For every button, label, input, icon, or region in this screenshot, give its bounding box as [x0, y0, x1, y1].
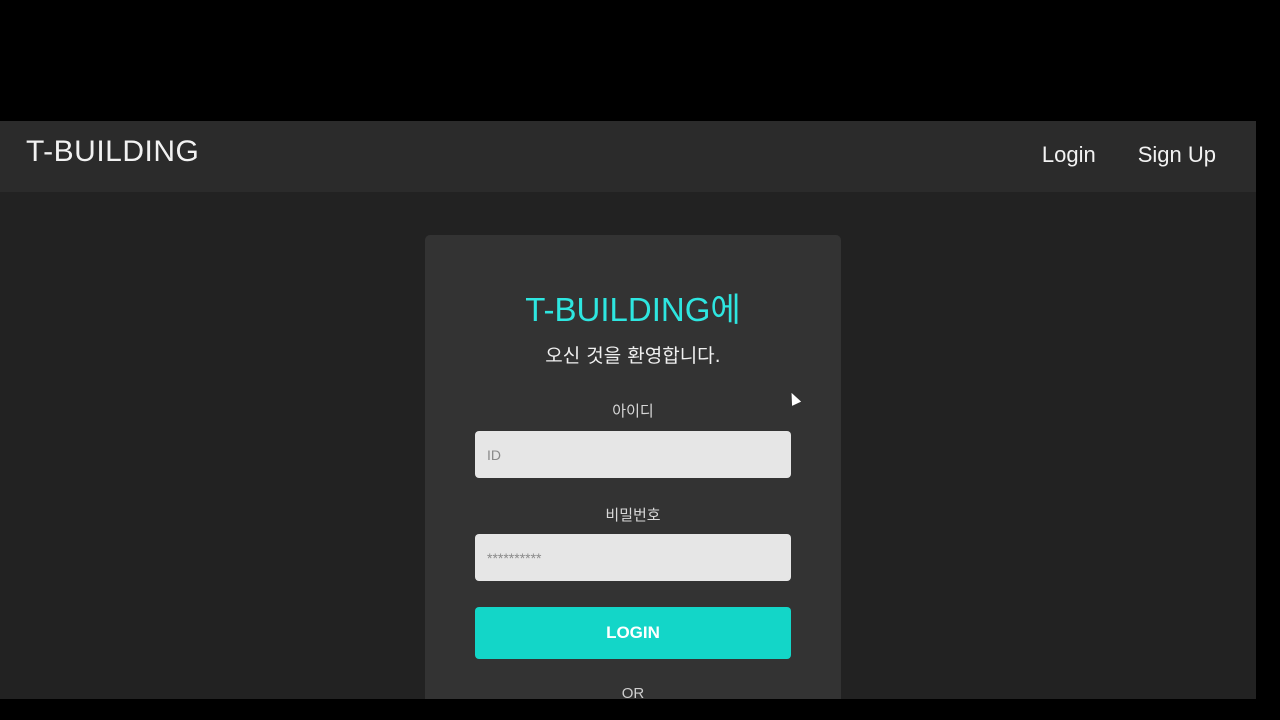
id-input[interactable]	[475, 431, 791, 478]
brand-logo[interactable]: T-BUILDING	[26, 135, 199, 169]
card-title: T-BUILDING에	[525, 291, 741, 328]
or-divider-text: OR	[621, 685, 645, 699]
nav-signup-link[interactable]: Sign Up	[1138, 142, 1216, 168]
card-subtitle: 오신 것을 환영합니다.	[545, 345, 721, 367]
navbar: T-BUILDING Login Sign Up	[0, 121, 1256, 192]
password-label: 비밀번호	[605, 506, 661, 524]
page-viewport: T-BUILDING Login Sign Up T-BUILDING에 오신 …	[0, 121, 1256, 699]
nav-links: Login Sign Up	[1042, 142, 1216, 168]
login-button[interactable]: LOGIN	[475, 607, 791, 659]
login-card: T-BUILDING에 오신 것을 환영합니다. 아이디 비밀번호 LOGIN …	[425, 235, 841, 699]
id-label: 아이디	[612, 402, 654, 420]
password-input[interactable]	[475, 534, 791, 581]
nav-login-link[interactable]: Login	[1042, 142, 1096, 168]
